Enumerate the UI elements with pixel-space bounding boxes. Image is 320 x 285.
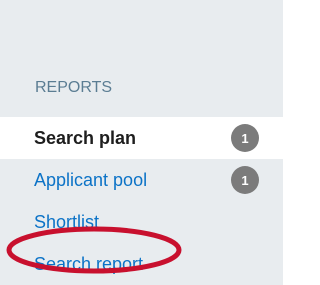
- nav-item-label: Shortlist: [34, 211, 100, 232]
- nav-item-applicant-pool[interactable]: Applicant pool 1: [0, 159, 283, 201]
- reports-sidebar: REPORTS Search plan 1 Applicant pool 1 S…: [0, 0, 283, 285]
- reports-section-header: REPORTS: [35, 79, 113, 96]
- nav-item-search-plan[interactable]: Search plan 1: [0, 117, 283, 159]
- count-badge: 1: [231, 166, 259, 194]
- count-badge: 1: [231, 124, 259, 152]
- nav-item-label: Applicant pool: [34, 169, 148, 190]
- nav-item-shortlist[interactable]: Shortlist: [0, 201, 283, 243]
- nav-item-search-report[interactable]: Search report: [0, 243, 283, 285]
- nav-item-label: Search report: [34, 253, 144, 274]
- reports-nav-list: Search plan 1 Applicant pool 1 Shortlist…: [0, 117, 283, 285]
- nav-item-label: Search plan: [34, 127, 137, 148]
